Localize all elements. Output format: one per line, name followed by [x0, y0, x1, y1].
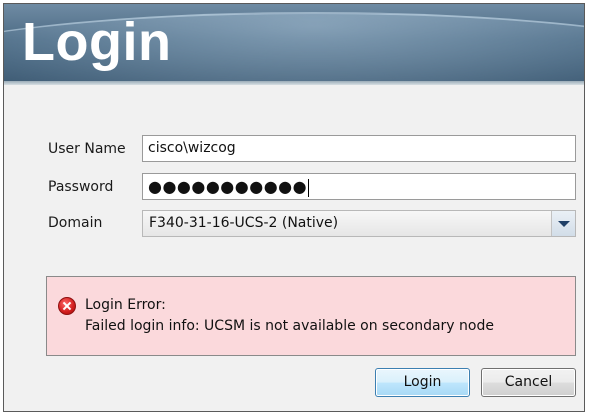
password-field[interactable]: ●●●●●●●●●●●	[142, 173, 576, 200]
domain-label: Domain	[48, 215, 103, 231]
dialog-header: Login	[4, 4, 584, 81]
cancel-button[interactable]: Cancel	[481, 368, 576, 397]
header-divider	[4, 81, 584, 85]
text-caret	[308, 178, 310, 197]
chevron-down-icon[interactable]	[551, 211, 575, 236]
login-dialog: Login User Name cisco\wizcog Password ●●…	[3, 3, 585, 412]
error-icon	[58, 297, 76, 315]
error-panel: Login Error: Failed login info: UCSM is …	[46, 276, 576, 356]
domain-select[interactable]: F340-31-16-UCS-2 (Native)	[142, 210, 576, 237]
domain-selected-value: F340-31-16-UCS-2 (Native)	[149, 215, 339, 231]
username-field[interactable]: cisco\wizcog	[142, 135, 576, 162]
dialog-title: Login	[22, 12, 172, 72]
login-button[interactable]: Login	[375, 368, 470, 397]
username-label: User Name	[48, 141, 126, 157]
password-masked-value: ●●●●●●●●●●●	[148, 177, 308, 196]
error-title: Login Error:	[85, 297, 166, 313]
error-message: Failed login info: UCSM is not available…	[85, 318, 494, 334]
password-label: Password	[48, 179, 114, 195]
